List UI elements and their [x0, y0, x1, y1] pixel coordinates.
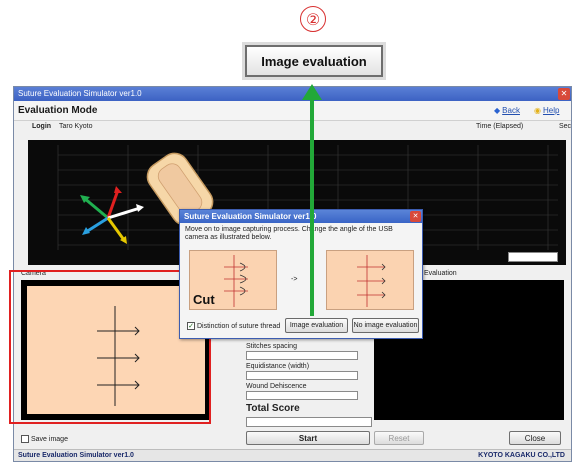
distinction-option[interactable]: ✓ Distinction of suture thread [187, 322, 280, 330]
status-bar: Suture Evaluation Simulator ver1.0 KYOTO… [14, 449, 571, 461]
main-window-title: Suture Evaluation Simulator ver1.0 [18, 89, 142, 98]
main-close-icon[interactable]: ✕ [558, 88, 570, 100]
no-image-evaluation-button[interactable]: No image evaluation [352, 318, 419, 333]
info-row: Login Taro Kyoto Time (Elapsed) Sec [14, 121, 571, 133]
transition-arrow-text: -> [291, 276, 298, 283]
header-row: Evaluation Mode ◆ Back ◉ Help [14, 101, 571, 121]
save-image-checkbox[interactable] [21, 435, 29, 443]
axis-arrow-yellow [106, 217, 126, 241]
wound-dehiscence-field [246, 391, 358, 400]
total-score-label: Total Score [246, 403, 300, 414]
time-label: Time (Elapsed) [476, 123, 524, 130]
dialog-message: Move on to image capturing process. Chan… [185, 226, 393, 241]
wound-dehiscence-label: Wound Dehiscence [246, 383, 307, 390]
start-button[interactable]: Start [246, 431, 370, 445]
status-app-name: Suture Evaluation Simulator ver1.0 [18, 452, 134, 459]
close-button[interactable]: Close [509, 431, 561, 445]
camera-angle-dialog: Suture Evaluation Simulator ver1.0 ✕ Mov… [179, 209, 423, 339]
stitches-spacing-field [246, 351, 358, 360]
reset-button[interactable]: Reset [374, 431, 424, 445]
stitches-spacing-label: Stitches spacing [246, 343, 297, 350]
login-user: Taro Kyoto [59, 123, 93, 130]
help-icon: ◉ [534, 106, 541, 115]
dialog-title: Suture Evaluation Simulator ver1.0 [184, 212, 317, 221]
main-title-bar: Suture Evaluation Simulator ver1.0 ✕ [14, 87, 571, 101]
graph-readout-box [508, 252, 558, 262]
step-number-badge: ② [300, 6, 326, 32]
cut-label: Cut [193, 292, 215, 307]
evaluation-section-label: Evaluation [424, 270, 457, 277]
equidistance-field [246, 371, 358, 380]
status-company: KYOTO KAGAKU CO.,LTD [478, 452, 565, 459]
camera-suture-diagram [357, 255, 386, 307]
distinction-label: Distinction of suture thread [197, 322, 281, 330]
dialog-close-icon[interactable]: ✕ [410, 211, 421, 222]
dialog-title-bar: Suture Evaluation Simulator ver1.0 ✕ [180, 210, 422, 223]
help-link[interactable]: ◉ Help [534, 106, 559, 115]
total-score-field [246, 417, 372, 427]
axis-arrow-white [107, 206, 141, 220]
image-evaluation-button[interactable]: Image evaluation [285, 318, 348, 333]
save-image-option[interactable]: Save image [21, 435, 68, 443]
sec-label: Sec [559, 123, 572, 130]
help-label: Help [542, 106, 560, 115]
image-evaluation-callout-button[interactable]: Image evaluation [245, 45, 383, 77]
page-title: Evaluation Mode [18, 105, 98, 116]
back-arrow-icon: ◆ [494, 106, 501, 115]
back-link[interactable]: ◆ Back [494, 106, 520, 115]
camera-view-illustration [326, 250, 414, 310]
save-image-label: Save image [31, 435, 68, 443]
back-label: Back [502, 106, 520, 115]
login-label: Login [32, 123, 52, 130]
distinction-checkbox[interactable]: ✓ [187, 322, 195, 330]
cut-view-illustration: Cut [189, 250, 277, 310]
equidistance-label: Equidistance (width) [246, 363, 310, 370]
